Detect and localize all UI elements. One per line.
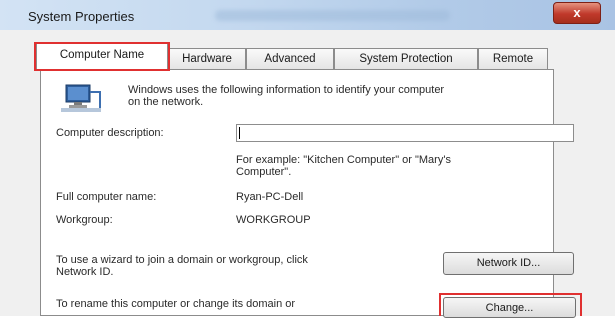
full-name-label: Full computer name:: [56, 191, 157, 203]
tab-advanced[interactable]: Advanced: [246, 48, 334, 69]
window-title: System Properties: [28, 9, 135, 24]
title-bar-blur: [215, 10, 450, 21]
intro-text-line1: Windows uses the following information t…: [128, 84, 445, 96]
computer-network-icon: [60, 82, 102, 114]
close-button[interactable]: x: [553, 2, 601, 24]
workgroup-value: WORKGROUP: [236, 214, 311, 226]
workgroup-label: Workgroup:: [56, 214, 113, 226]
tab-system-protection[interactable]: System Protection: [334, 48, 478, 69]
example-text-line2: Computer".: [236, 166, 292, 178]
change-highlight-box: [439, 293, 582, 316]
title-bar: System Properties x: [0, 0, 615, 30]
network-id-button[interactable]: Network ID...: [443, 252, 574, 275]
computer-description-input[interactable]: [236, 124, 574, 142]
rename-text: To rename this computer or change its do…: [56, 298, 296, 310]
tab-hardware[interactable]: Hardware: [168, 48, 246, 69]
tab-highlight-box: [34, 42, 170, 71]
full-name-value: Ryan-PC-Dell: [236, 191, 304, 203]
network-id-text-line2: Network ID.: [56, 266, 114, 278]
text-caret: [239, 127, 240, 139]
example-text-line1: For example: "Kitchen Computer" or "Mary…: [236, 154, 451, 166]
network-id-text-line1: To use a wizard to join a domain or work…: [56, 254, 308, 266]
intro-text-line2: on the network.: [128, 96, 204, 108]
tab-remote[interactable]: Remote: [478, 48, 548, 69]
description-label: Computer description:: [56, 127, 164, 139]
